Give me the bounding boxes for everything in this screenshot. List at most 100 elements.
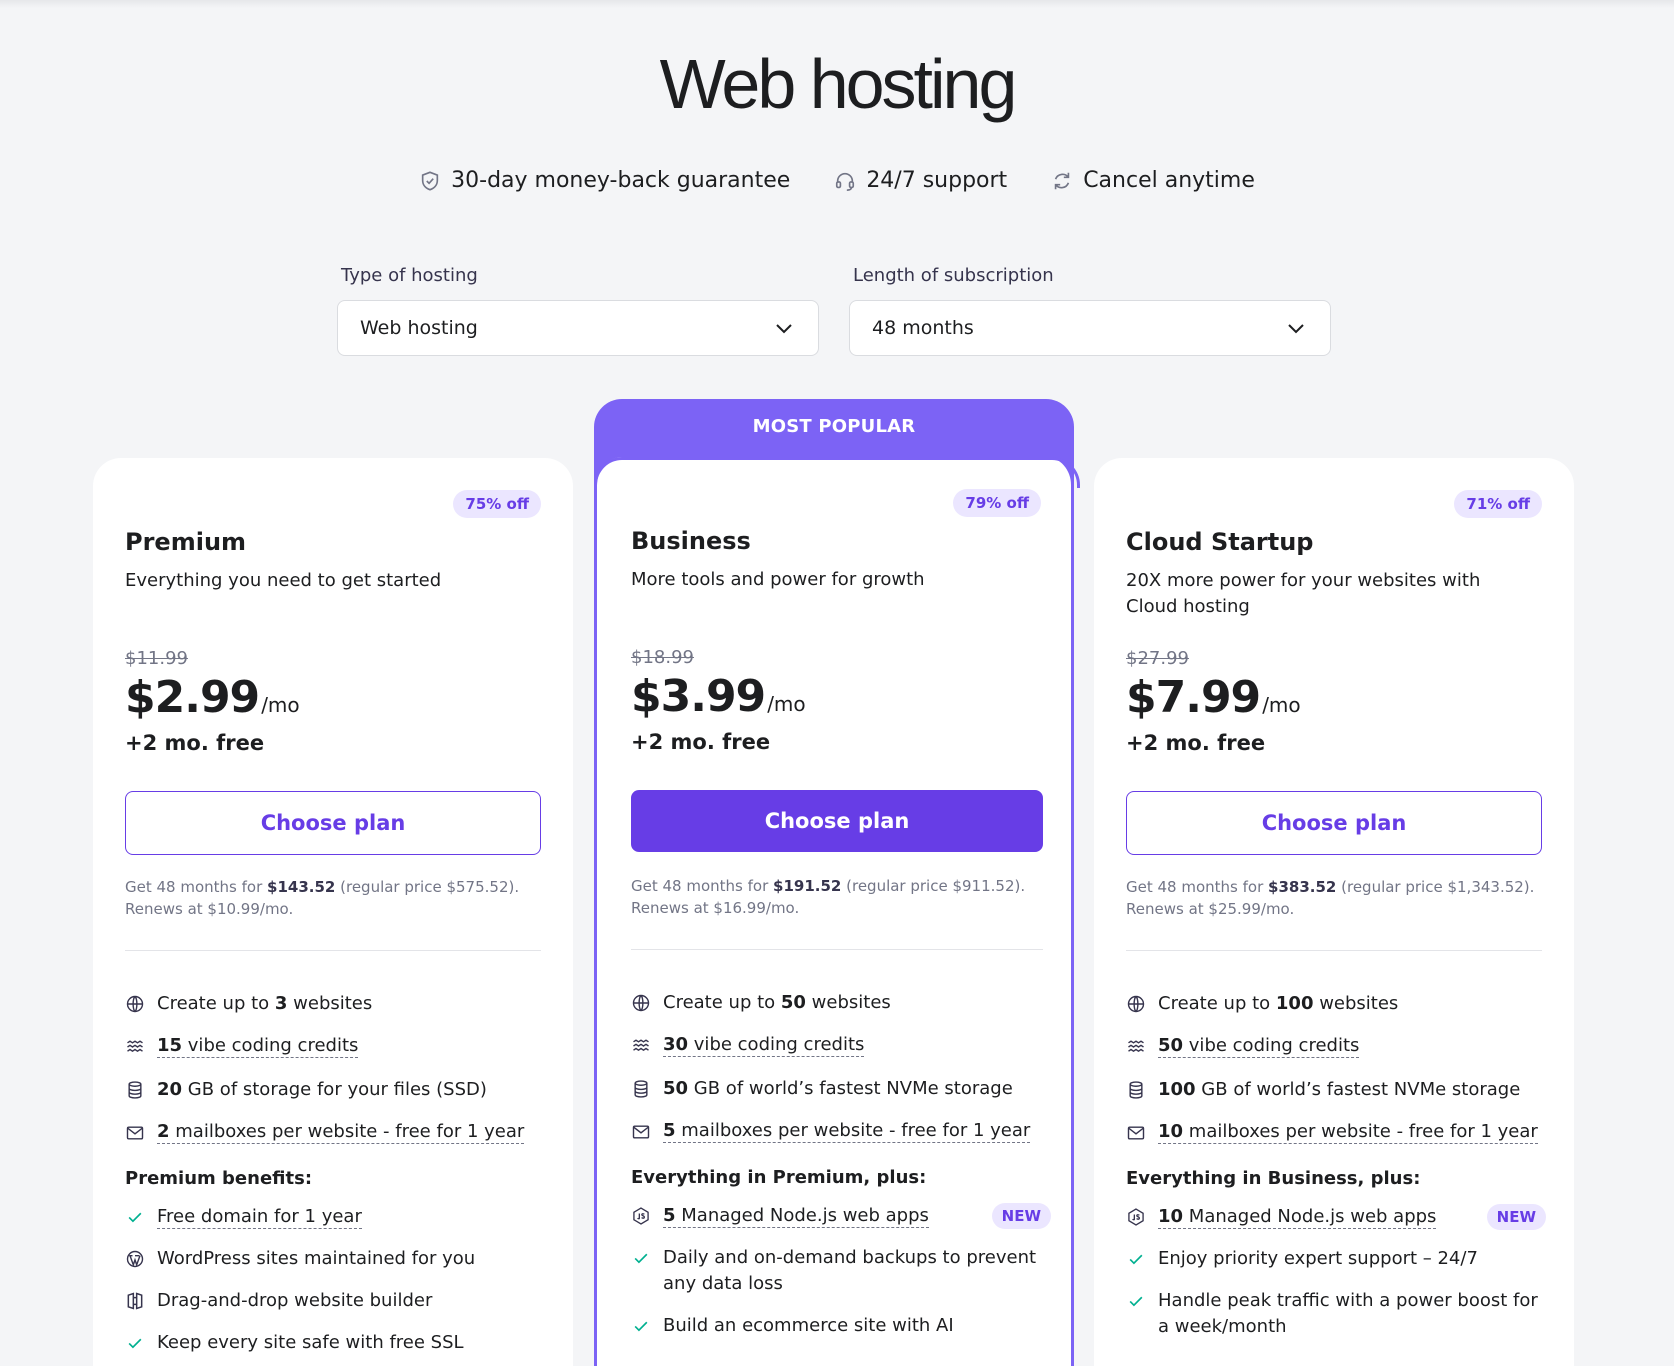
- globe-icon: [126, 995, 144, 1012]
- benefit-label: Managed Node.js web apps: [1183, 1206, 1437, 1227]
- check-icon: [634, 1321, 648, 1332]
- feature-text: Create up to 100 websites: [1158, 993, 1398, 1014]
- chevron-down-icon: [1288, 324, 1304, 334]
- feature-vibe-credits[interactable]: 30 vibe coding credits: [631, 1024, 1051, 1067]
- badge-support: 24/7 support: [834, 168, 1007, 193]
- top-shadow: [0, 0, 1674, 8]
- feature-storage: 20 GB of storage for your files (SSD): [125, 1068, 545, 1111]
- globe-icon: [1127, 995, 1145, 1012]
- benefit-item[interactable]: 5 Managed Node.js web apps NEW: [631, 1203, 1051, 1229]
- mail-icon: [126, 1125, 144, 1140]
- feature-vibe-credits[interactable]: 50 vibe coding credits: [1126, 1025, 1546, 1068]
- choose-plan-button[interactable]: Choose plan: [125, 791, 541, 855]
- feature-text: Create up to 50 websites: [663, 992, 891, 1013]
- plan-card-premium: 75% off Premium Everything you need to g…: [93, 458, 573, 1366]
- feature-mailboxes[interactable]: 2 mailboxes per website - free for 1 yea…: [125, 1111, 545, 1154]
- feature-mailboxes[interactable]: 10 mailboxes per website - free for 1 ye…: [1126, 1111, 1546, 1154]
- benefits-title: Everything in Premium, plus:: [631, 1167, 927, 1188]
- choose-plan-button[interactable]: Choose plan: [1126, 791, 1542, 855]
- benefits-title: Everything in Business, plus:: [1126, 1168, 1421, 1189]
- builder-icon: [127, 1292, 143, 1310]
- feature-pre: Create up to: [663, 992, 781, 1013]
- plan-name: Business: [631, 527, 751, 555]
- benefit-list: 10 Managed Node.js web apps NEW Enjoy pr…: [1126, 1204, 1546, 1356]
- benefit-item: Keep every site safe with free SSL: [125, 1330, 545, 1356]
- plan-name: Cloud Startup: [1126, 528, 1314, 556]
- price-period: /mo: [767, 692, 806, 716]
- feature-text: 50 GB of world’s fastest NVMe storage: [663, 1078, 1013, 1099]
- feature-text: Create up to 3 websites: [157, 993, 372, 1014]
- plan-terms: Get 48 months for $143.52 (regular price…: [125, 876, 545, 920]
- benefit-text: Enjoy priority expert support – 24/7: [1158, 1248, 1478, 1269]
- old-price: $18.99: [631, 647, 694, 668]
- feature-text: 15 vibe coding credits: [157, 1035, 359, 1058]
- feature-vibe-credits[interactable]: 15 vibe coding credits: [125, 1025, 545, 1068]
- choose-plan-button[interactable]: Choose plan: [631, 790, 1043, 852]
- divider: [1126, 950, 1542, 951]
- feature-post: vibe coding credits: [688, 1034, 865, 1055]
- refresh-icon: [1054, 172, 1070, 189]
- discount-badge: 71% off: [1454, 490, 1542, 518]
- check-icon: [634, 1253, 648, 1264]
- benefit-text-value: Free domain for 1 year: [157, 1206, 362, 1229]
- chevron-down-icon: [776, 324, 792, 334]
- benefit-text: Handle peak traffic with a power boost f…: [1158, 1290, 1538, 1337]
- feature-post: vibe coding credits: [182, 1035, 359, 1056]
- benefit-label: Managed Node.js web apps: [675, 1205, 929, 1226]
- feature-mailboxes[interactable]: 5 mailboxes per website - free for 1 yea…: [631, 1110, 1051, 1153]
- plan-description: Everything you need to get started: [125, 570, 442, 591]
- badge-cancel: Cancel anytime: [1051, 168, 1255, 193]
- shield-check-icon: [421, 170, 439, 191]
- feature-value: 50: [663, 1078, 689, 1099]
- badge-money-back: 30-day money-back guarantee: [419, 168, 790, 193]
- benefit-text: Keep every site safe with free SSL: [157, 1332, 464, 1353]
- nodejs-icon: [633, 1207, 649, 1225]
- waves-icon: [1128, 1039, 1144, 1052]
- benefit-item: WordPress sites maintained for you: [125, 1246, 545, 1272]
- terms-total: $191.52: [773, 877, 842, 895]
- plan-card-business: 79% off Business More tools and power fo…: [594, 457, 1080, 1366]
- price: $2.99 /mo: [125, 672, 300, 723]
- feature-value: 2: [157, 1121, 170, 1142]
- benefit-value: 5: [663, 1205, 676, 1226]
- feature-websites: Create up to 50 websites: [631, 981, 1051, 1024]
- benefit-text: WordPress sites maintained for you: [157, 1248, 476, 1269]
- benefit-text: Drag-and-drop website builder: [157, 1290, 433, 1311]
- plan-card-cloud-startup: 71% off Cloud Startup 20X more power for…: [1094, 458, 1574, 1366]
- database-icon: [1129, 1080, 1143, 1099]
- plan-terms: Get 48 months for $383.52 (regular price…: [1126, 876, 1546, 920]
- plan-description: More tools and power for growth: [631, 569, 925, 590]
- new-badge: NEW: [1486, 1204, 1546, 1230]
- price-amount: $2.99: [125, 672, 260, 723]
- feature-post: GB of storage for your files (SSD): [182, 1079, 487, 1100]
- feature-post: GB of world’s fastest NVMe storage: [688, 1078, 1013, 1099]
- benefit-text-value: 10 Managed Node.js web apps: [1158, 1206, 1437, 1229]
- price-period: /mo: [1262, 693, 1301, 717]
- database-icon: [128, 1080, 142, 1099]
- most-popular-label: MOST POPULAR: [752, 416, 916, 437]
- discount-badge: 79% off: [953, 489, 1041, 517]
- plan-terms: Get 48 months for $191.52 (regular price…: [631, 875, 1051, 919]
- globe-icon: [632, 994, 650, 1011]
- benefit-text: Daily and on-demand backups to prevent a…: [663, 1247, 1037, 1294]
- benefit-item[interactable]: 10 Managed Node.js web apps NEW: [1126, 1204, 1546, 1230]
- plan-description: 20X more power for your websites with Cl…: [1126, 570, 1481, 617]
- old-price: $27.99: [1126, 648, 1189, 669]
- hosting-type-select[interactable]: Web hosting: [337, 300, 819, 356]
- terms-prefix: Get 48 months for: [631, 877, 774, 895]
- feature-websites: Create up to 3 websites: [125, 982, 545, 1025]
- page-title: Web hosting: [659, 45, 1018, 123]
- feature-list: Create up to 100 websites 50 vibe coding…: [1126, 982, 1546, 1154]
- benefit-text: Build an ecommerce site with AI: [663, 1315, 954, 1336]
- plan-name: Premium: [125, 528, 247, 556]
- subscription-length-value: 48 months: [872, 317, 974, 339]
- subscription-length-select[interactable]: 48 months: [849, 300, 1331, 356]
- feature-post: websites: [287, 993, 373, 1014]
- database-icon: [634, 1079, 648, 1098]
- benefit-text-value: 5 Managed Node.js web apps: [663, 1205, 929, 1228]
- badge-label: Cancel anytime: [1083, 168, 1255, 193]
- check-icon: [128, 1212, 142, 1223]
- feature-post: websites: [1313, 993, 1399, 1014]
- benefit-item[interactable]: Free domain for 1 year: [125, 1204, 545, 1230]
- benefit-list: 5 Managed Node.js web apps NEW Daily and…: [631, 1203, 1051, 1355]
